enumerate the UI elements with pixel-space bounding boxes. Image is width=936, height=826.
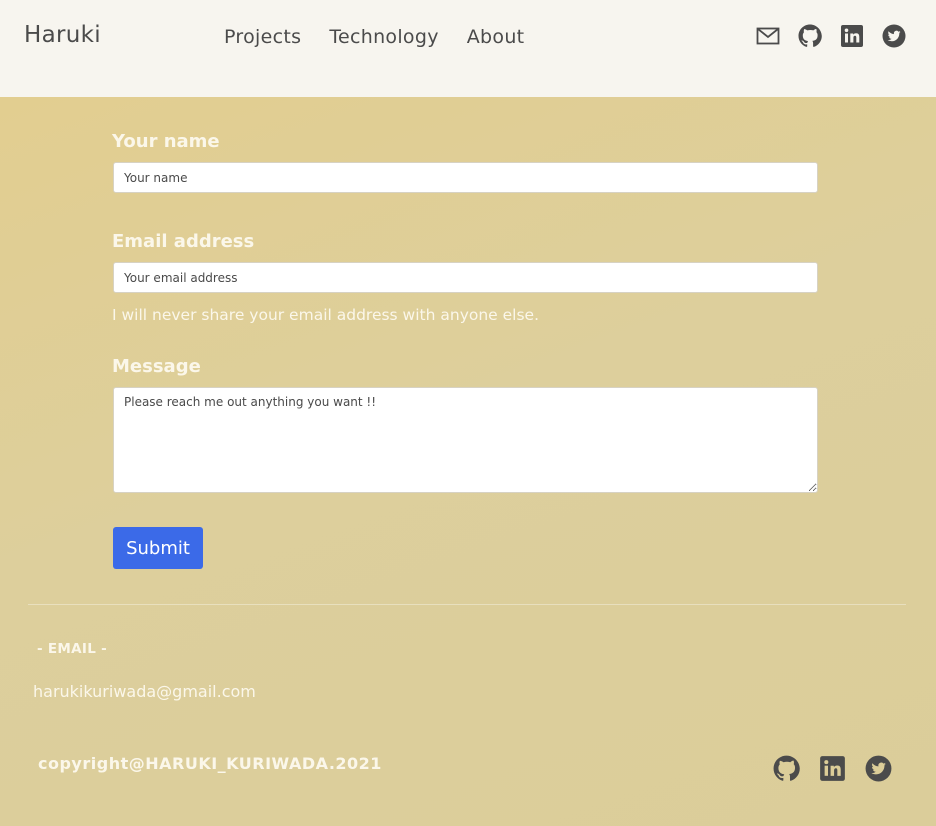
twitter-icon[interactable] [865, 755, 892, 782]
site-header: Haruki Projects Technology About [0, 0, 936, 97]
github-icon[interactable] [798, 24, 822, 48]
main-nav: Projects Technology About [224, 26, 524, 48]
github-icon[interactable] [773, 755, 800, 782]
email-help-text: I will never share your email address wi… [112, 306, 540, 324]
linkedin-icon[interactable] [840, 24, 864, 48]
nav-about[interactable]: About [467, 26, 525, 48]
email-heading: - EMAIL - [37, 641, 108, 657]
footer-social-links [773, 755, 892, 782]
mail-icon[interactable] [756, 24, 780, 48]
copyright-text: copyright@HARUKI_KURIWADA.2021 [38, 754, 382, 773]
email-label: Email address [112, 231, 255, 252]
contact-section: Your name Email address I will never sha… [0, 97, 936, 826]
email-input[interactable] [113, 262, 818, 293]
name-label: Your name [112, 131, 220, 152]
message-textarea[interactable] [113, 387, 818, 493]
brand-logo[interactable]: Haruki [24, 22, 101, 48]
email-link[interactable]: harukikuriwada@gmail.com [33, 682, 256, 701]
footer-divider [28, 604, 906, 605]
nav-technology[interactable]: Technology [329, 26, 438, 48]
message-label: Message [112, 356, 201, 377]
linkedin-icon[interactable] [819, 755, 846, 782]
nav-projects[interactable]: Projects [224, 26, 301, 48]
submit-button[interactable]: Submit [113, 527, 203, 569]
header-social-links [756, 24, 906, 48]
twitter-icon[interactable] [882, 24, 906, 48]
name-input[interactable] [113, 162, 818, 193]
